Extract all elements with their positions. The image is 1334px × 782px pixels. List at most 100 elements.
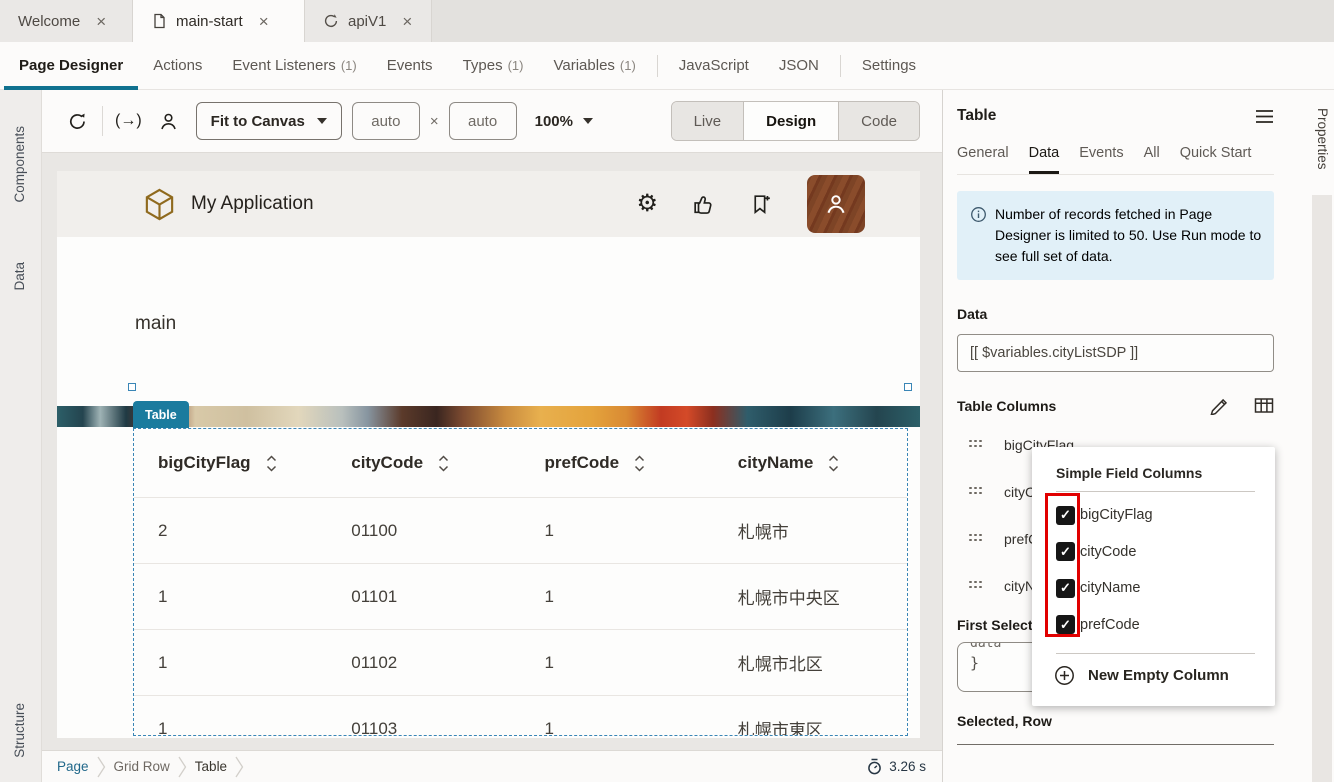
nav-tab-javascript[interactable]: JavaScript [664,42,764,90]
divider [957,744,1274,745]
app-title: My Application [191,193,314,215]
nav-tab-settings[interactable]: Settings [847,42,931,90]
drag-handle-icon[interactable] [969,487,984,497]
table-row[interactable]: 1 01102 1 札幌市北区 [134,629,907,695]
close-icon[interactable]: × [402,13,412,30]
divider [102,106,103,136]
new-empty-column-button[interactable]: New Empty Column [1032,665,1275,686]
tab-main-start[interactable]: main-start × [133,0,305,42]
selected-component-badge: Table [133,401,189,428]
properties-tab-general[interactable]: General [957,145,1009,174]
rail-tab-components[interactable]: Components [12,126,27,203]
sort-icon[interactable] [633,454,646,473]
close-icon[interactable]: × [96,13,106,30]
tab-welcome[interactable]: Welcome × [0,0,133,42]
checkbox-checked[interactable]: ✓ [1056,579,1075,598]
app-header: My Application ⚙ [57,171,920,237]
table-header-row: bigCityFlag cityCode prefCode [134,429,907,497]
editor-tabbar: Welcome × main-start × apiV1 × [0,0,1334,42]
properties-title: Table [957,107,996,125]
gear-icon[interactable]: ⚙ [636,192,658,216]
mode-code-button[interactable]: Code [839,102,919,140]
chevron-right-icon [235,755,244,779]
properties-tab-all[interactable]: All [1144,145,1160,174]
scrollbar[interactable] [1312,195,1332,782]
vbcs-window: Welcome × main-start × apiV1 × Page Desi… [0,0,1334,782]
user-mode-icon[interactable] [154,106,184,136]
rail-tab-properties[interactable]: Properties [1315,108,1330,170]
option-citycode[interactable]: ✓ cityCode [1032,534,1275,571]
breadcrumb-table[interactable]: Table [195,759,227,774]
chevron-down-icon [583,118,593,124]
properties-tab-quick-start[interactable]: Quick Start [1180,145,1252,174]
drag-handle-icon[interactable] [969,581,984,591]
column-header-bigcityflag[interactable]: bigCityFlag [134,453,327,473]
chevron-right-icon [178,755,187,779]
nav-tab-variables[interactable]: Variables (1) [538,42,650,90]
divider [657,55,658,77]
refresh-icon[interactable] [62,106,92,136]
drag-handle-icon[interactable] [969,440,984,450]
properties-tab-data[interactable]: Data [1029,145,1060,174]
field-options: ✓ bigCityFlag ✓ cityCode ✓ cityName ✓ pr… [1032,497,1275,643]
popup-title: Simple Field Columns [1056,465,1275,481]
sort-icon[interactable] [437,454,450,473]
data-expression-input[interactable]: [[ $variables.cityListSDP ]] [957,334,1274,372]
mode-live-button[interactable]: Live [672,102,745,140]
nav-tab-json[interactable]: JSON [764,42,834,90]
table-columns-header: Table Columns [957,396,1274,415]
sort-icon[interactable] [827,454,840,473]
option-prefcode[interactable]: ✓ prefCode [1032,607,1275,644]
option-bigcityflag[interactable]: ✓ bigCityFlag [1032,497,1275,534]
canvas-width-input[interactable]: auto [352,102,420,140]
table-row[interactable]: 1 01101 1 札幌市中央区 [134,563,907,629]
sort-icon[interactable] [265,454,278,473]
chevron-right-icon [97,755,106,779]
selection-handle[interactable] [904,383,912,391]
info-message: Number of records fetched in Page Design… [995,204,1262,267]
service-connection-icon [323,13,339,29]
table-row[interactable]: 1 01103 1 札幌市東区 [134,695,907,736]
nav-tab-page-designer[interactable]: Page Designer [4,42,138,90]
bookmark-add-icon[interactable] [749,192,774,217]
go-to-action-icon[interactable]: (→) [115,112,142,130]
nav-tab-actions[interactable]: Actions [138,42,217,90]
rail-tab-structure[interactable]: Structure [12,703,27,758]
tab-main-start-label: main-start [176,13,243,30]
checkbox-checked[interactable]: ✓ [1056,506,1075,525]
checkbox-checked[interactable]: ✓ [1056,542,1075,561]
checkbox-checked[interactable]: ✓ [1056,615,1075,634]
canvas-table[interactable]: bigCityFlag cityCode prefCode [133,428,908,736]
app-preview: My Application ⚙ [57,171,920,738]
edit-icon[interactable] [1209,396,1228,415]
info-banner: Number of records fetched in Page Design… [957,191,1274,280]
rail-tab-data[interactable]: Data [12,262,27,291]
right-rail: Properties [1310,90,1334,782]
mode-design-button[interactable]: Design [744,102,839,140]
drag-handle-icon[interactable] [969,534,984,544]
tab-apiv1-label: apiV1 [348,13,386,30]
menu-icon[interactable] [1255,109,1274,124]
close-icon[interactable]: × [259,13,269,30]
breadcrumb-grid-row[interactable]: Grid Row [114,759,170,774]
avatar[interactable] [807,175,865,233]
thumbs-up-icon[interactable] [691,192,716,217]
table-row[interactable]: 2 01100 1 札幌市 [134,497,907,563]
column-header-prefcode[interactable]: prefCode [521,453,714,473]
nav-tab-event-listeners[interactable]: Event Listeners (1) [217,42,371,90]
manage-columns-icon[interactable] [1254,396,1274,415]
fit-to-canvas-dropdown[interactable]: Fit to Canvas [196,102,342,140]
column-header-cityname[interactable]: cityName [714,453,907,473]
plus-circle-icon [1054,665,1075,686]
zoom-dropdown[interactable]: 100% [535,113,593,130]
breadcrumb-page[interactable]: Page [57,759,89,774]
nav-tab-types[interactable]: Types (1) [448,42,539,90]
nav-tab-events[interactable]: Events [372,42,448,90]
selection-handle[interactable] [128,383,136,391]
column-header-citycode[interactable]: cityCode [327,453,520,473]
option-cityname[interactable]: ✓ cityName [1032,570,1275,607]
properties-tab-events[interactable]: Events [1079,145,1123,174]
canvas-height-input[interactable]: auto [449,102,517,140]
tab-apiv1[interactable]: apiV1 × [305,0,432,42]
designer-center: (→) Fit to Canvas auto × auto 100% Live [42,90,942,782]
